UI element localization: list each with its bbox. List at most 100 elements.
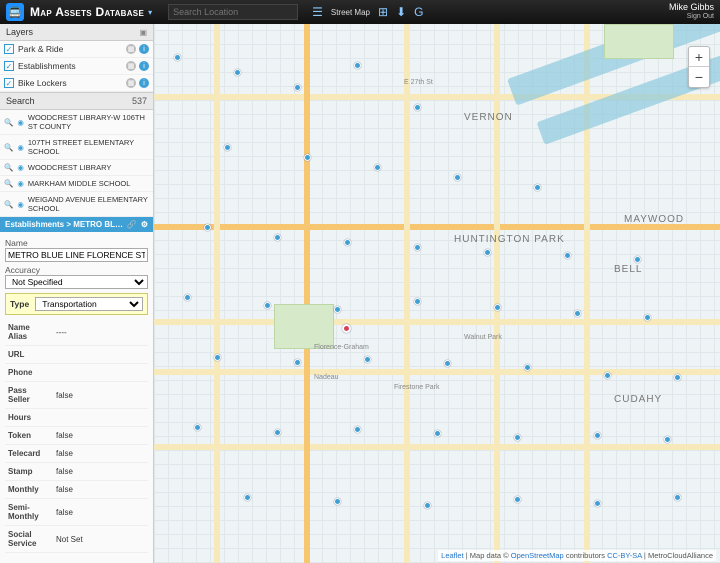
layer-opts-icon[interactable]: ▦ bbox=[126, 78, 136, 88]
map-marker[interactable] bbox=[414, 244, 421, 251]
layer-opts-icon[interactable]: ▦ bbox=[126, 44, 136, 54]
map-marker[interactable] bbox=[634, 256, 641, 263]
collapse-icon[interactable]: ▣ bbox=[139, 28, 147, 37]
marker-icon: ◉ bbox=[17, 143, 24, 152]
license-link[interactable]: CC-BY-SA bbox=[607, 551, 642, 560]
gear-icon[interactable]: ⚙ bbox=[141, 220, 148, 229]
layer-row[interactable]: ✓ Park & Ride ▦i bbox=[0, 41, 153, 58]
layer-info-icon[interactable]: i bbox=[139, 61, 149, 71]
breadcrumb-parent[interactable]: Establishments bbox=[5, 220, 64, 229]
layer-info-icon[interactable]: i bbox=[139, 44, 149, 54]
layer-checkbox[interactable]: ✓ bbox=[4, 61, 14, 71]
detail-value: Not Set bbox=[53, 526, 148, 553]
map-marker[interactable] bbox=[644, 314, 651, 321]
link-icon[interactable]: 🔗 bbox=[127, 220, 137, 229]
map-marker[interactable] bbox=[224, 144, 231, 151]
google-icon[interactable]: G bbox=[414, 5, 423, 19]
map-marker[interactable] bbox=[294, 359, 301, 366]
map-marker[interactable] bbox=[354, 62, 361, 69]
map-marker[interactable] bbox=[264, 302, 271, 309]
search-result-row[interactable]: 🔍◉WOODCREST LIBRARY-W 106TH ST COUNTY bbox=[0, 110, 153, 135]
layers-panel-header[interactable]: Layers ▣ bbox=[0, 24, 153, 41]
zoom-in-button[interactable]: + bbox=[689, 47, 709, 67]
map-marker[interactable] bbox=[604, 372, 611, 379]
map-marker[interactable] bbox=[454, 174, 461, 181]
map-canvas[interactable]: VERNONHUNTINGTON PARKMAYWOODBELLCUDAHY E… bbox=[154, 24, 720, 563]
map-marker[interactable] bbox=[664, 436, 671, 443]
search-count: 537 bbox=[132, 96, 147, 106]
type-select[interactable]: Transportation bbox=[35, 297, 143, 311]
layers-icon[interactable]: ☰ bbox=[312, 5, 323, 19]
map-marker[interactable] bbox=[344, 239, 351, 246]
search-result-row[interactable]: 🔍◉MARKHAM MIDDLE SCHOOL bbox=[0, 176, 153, 192]
map-marker[interactable] bbox=[484, 249, 491, 256]
osm-link[interactable]: OpenStreetMap bbox=[511, 551, 564, 560]
map-marker[interactable] bbox=[444, 360, 451, 367]
sign-out-link[interactable]: Sign Out bbox=[669, 12, 714, 21]
map-marker[interactable] bbox=[364, 356, 371, 363]
accuracy-select[interactable]: Not Specified bbox=[5, 275, 148, 289]
map-marker[interactable] bbox=[534, 184, 541, 191]
map-marker[interactable] bbox=[374, 164, 381, 171]
search-title: Search bbox=[6, 96, 35, 106]
layer-opts-icon[interactable]: ▦ bbox=[126, 61, 136, 71]
map-marker[interactable] bbox=[414, 298, 421, 305]
detail-row: Social ServiceNot Set bbox=[5, 526, 148, 553]
basemap-label[interactable]: Street Map bbox=[331, 8, 370, 17]
map-marker[interactable] bbox=[204, 224, 211, 231]
map-marker[interactable] bbox=[414, 104, 421, 111]
map-marker[interactable] bbox=[674, 494, 681, 501]
layer-info-icon[interactable]: i bbox=[139, 78, 149, 88]
layer-checkbox[interactable]: ✓ bbox=[4, 44, 14, 54]
search-result-row[interactable]: 🔍◉107TH STREET ELEMENTARY SCHOOL bbox=[0, 135, 153, 160]
user-menu[interactable]: Mike Gibbs Sign Out bbox=[669, 3, 714, 21]
map-marker[interactable] bbox=[564, 252, 571, 259]
map-marker[interactable] bbox=[424, 502, 431, 509]
detail-key: URL bbox=[5, 346, 53, 364]
selected-marker[interactable] bbox=[342, 324, 351, 333]
map-marker[interactable] bbox=[184, 294, 191, 301]
map-marker[interactable] bbox=[334, 498, 341, 505]
map-attribution: Leaflet | Map data © OpenStreetMap contr… bbox=[438, 550, 716, 561]
detail-row: URL bbox=[5, 346, 148, 364]
map-marker[interactable] bbox=[524, 364, 531, 371]
leaflet-link[interactable]: Leaflet bbox=[441, 551, 464, 560]
search-panel-header[interactable]: Search 537 bbox=[0, 92, 153, 110]
map-marker[interactable] bbox=[594, 432, 601, 439]
search-result-row[interactable]: 🔍◉WOODCREST LIBRARY bbox=[0, 160, 153, 176]
detail-value: false bbox=[53, 463, 148, 481]
map-marker[interactable] bbox=[194, 424, 201, 431]
map-marker[interactable] bbox=[294, 84, 301, 91]
add-icon[interactable]: ⊞ bbox=[378, 5, 388, 19]
map-marker[interactable] bbox=[514, 434, 521, 441]
map-marker[interactable] bbox=[574, 310, 581, 317]
layer-row[interactable]: ✓Establishments▦i bbox=[0, 58, 153, 75]
name-field[interactable] bbox=[5, 248, 148, 262]
map-marker[interactable] bbox=[514, 496, 521, 503]
title-dropdown-caret[interactable]: ▾ bbox=[148, 8, 152, 17]
type-label: Type bbox=[10, 299, 29, 309]
map-marker[interactable] bbox=[244, 494, 251, 501]
layer-checkbox[interactable]: ✓ bbox=[4, 78, 14, 88]
search-result-row[interactable]: 🔍◉WEIGAND AVENUE ELEMENTARY SCHOOL bbox=[0, 192, 153, 217]
map-marker[interactable] bbox=[234, 69, 241, 76]
map-marker[interactable] bbox=[214, 354, 221, 361]
zoom-out-button[interactable]: − bbox=[689, 67, 709, 87]
detail-key: Token bbox=[5, 427, 53, 445]
map-marker[interactable] bbox=[304, 154, 311, 161]
map-marker[interactable] bbox=[494, 304, 501, 311]
map-marker[interactable] bbox=[174, 54, 181, 61]
layer-label: Park & Ride bbox=[18, 44, 63, 54]
map-marker[interactable] bbox=[674, 374, 681, 381]
map-marker[interactable] bbox=[334, 306, 341, 313]
result-label: 107TH STREET ELEMENTARY SCHOOL bbox=[28, 138, 149, 156]
download-icon[interactable]: ⬇ bbox=[396, 5, 406, 19]
map-marker[interactable] bbox=[354, 426, 361, 433]
map-marker[interactable] bbox=[274, 234, 281, 241]
map-marker[interactable] bbox=[274, 429, 281, 436]
city-label: CUDAHY bbox=[614, 394, 662, 405]
map-marker[interactable] bbox=[434, 430, 441, 437]
map-marker[interactable] bbox=[594, 500, 601, 507]
search-location-input[interactable] bbox=[168, 4, 298, 20]
layer-row[interactable]: ✓Bike Lockers▦i bbox=[0, 75, 153, 92]
